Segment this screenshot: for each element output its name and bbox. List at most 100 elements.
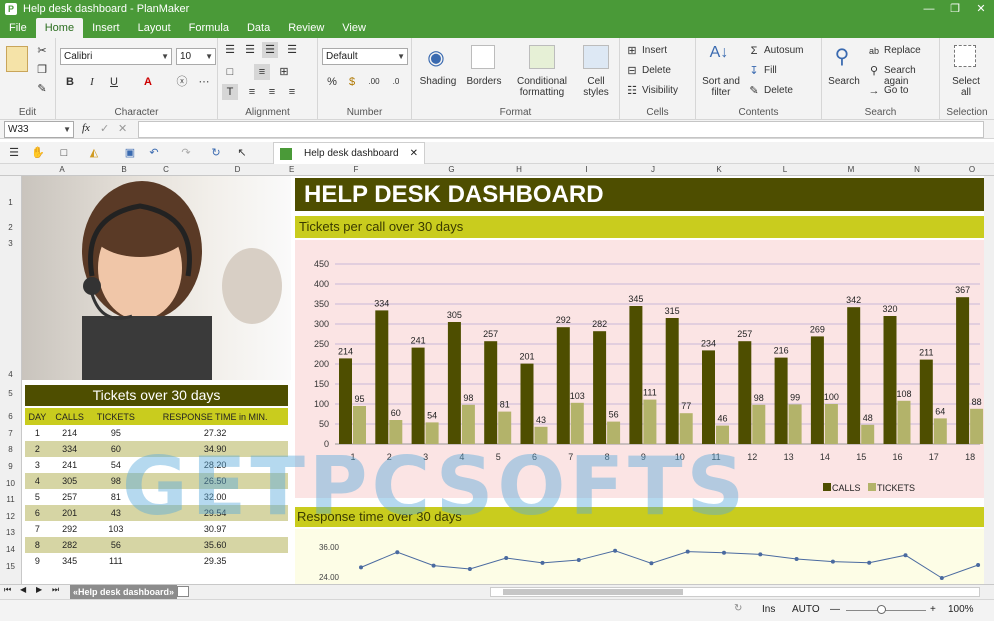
row-header[interactable]: 14 (0, 545, 21, 554)
column-header[interactable]: J (620, 164, 686, 176)
table-cell[interactable]: 345 (49, 553, 90, 569)
table-cell[interactable]: 334 (49, 441, 90, 457)
table-cell[interactable]: 81 (89, 489, 143, 505)
delete-contents-button[interactable]: Delete (764, 85, 793, 96)
save-icon[interactable]: ▣ (122, 145, 138, 161)
table-cell[interactable]: 4 (25, 473, 50, 489)
table-cell[interactable]: 34.90 (142, 441, 288, 457)
first-sheet-icon[interactable]: ⏮ (4, 585, 11, 595)
row-header[interactable]: 4 (0, 370, 21, 379)
more-icon[interactable]: ⋯ (196, 74, 212, 90)
document-tab[interactable]: Help desk dashboard ✕ (273, 142, 425, 164)
cell-styles-icon[interactable] (583, 45, 609, 69)
align-top-icon[interactable]: ☰ (222, 42, 238, 58)
column-header[interactable]: K (686, 164, 752, 176)
last-sheet-icon[interactable]: ⏭ (52, 585, 59, 595)
menu-insert[interactable]: Insert (83, 18, 129, 38)
scroll-thumb[interactable] (503, 589, 683, 595)
zoom-slider[interactable] (846, 610, 926, 611)
zoom-slider-thumb[interactable] (877, 605, 886, 614)
add-sheet-icon[interactable] (177, 586, 189, 597)
table-cell[interactable]: 3 (25, 457, 50, 473)
zoom-out-icon[interactable]: — (830, 604, 840, 615)
table-cell[interactable]: 214 (49, 425, 90, 441)
formula-input[interactable] (138, 121, 984, 138)
new-file-icon[interactable]: □ (56, 145, 72, 161)
autosum-button[interactable]: Autosum (764, 45, 803, 56)
table-cell[interactable]: 111 (89, 553, 143, 569)
table-cell[interactable]: 26.50 (142, 473, 288, 489)
delete-button[interactable]: Delete (642, 65, 671, 76)
paste-icon[interactable] (6, 46, 28, 72)
goto-button[interactable]: Go to (884, 85, 908, 96)
column-header[interactable]: B (102, 164, 146, 176)
text-orientation-icon[interactable]: T (222, 84, 238, 100)
sort-icon[interactable]: A↓ (706, 44, 732, 70)
vertical-scrollbar[interactable] (984, 176, 994, 584)
column-header[interactable]: F (294, 164, 418, 176)
column-header[interactable]: C (146, 164, 186, 176)
calc-mode[interactable]: AUTO (792, 604, 820, 615)
restore-icon[interactable]: ❐ (942, 0, 968, 18)
table-cell[interactable]: 257 (49, 489, 90, 505)
shading-icon[interactable]: ◉ (423, 45, 449, 71)
cancel-icon[interactable]: ✓ (100, 122, 109, 135)
increase-decimal-icon[interactable]: .0 (388, 74, 404, 90)
currency-icon[interactable]: $ (344, 74, 360, 90)
table-cell[interactable]: 2 (25, 441, 50, 457)
column-header[interactable]: G (418, 164, 485, 176)
table-cell[interactable]: 27.32 (142, 425, 288, 441)
close-tab-icon[interactable]: ✕ (410, 143, 418, 165)
table-cell[interactable]: 32.00 (142, 489, 288, 505)
table-cell[interactable]: 98 (89, 473, 143, 489)
redo-icon[interactable]: ↷ (178, 145, 194, 161)
search-again-button[interactable]: Search again (884, 65, 939, 87)
table-cell[interactable]: 29.35 (142, 553, 288, 569)
confirm-icon[interactable]: ✕ (118, 122, 127, 135)
menu-review[interactable]: Review (279, 18, 333, 38)
font-name-combo[interactable]: Calibri ▼ (60, 48, 172, 65)
table-cell[interactable]: 95 (89, 425, 143, 441)
replace-button[interactable]: Replace (884, 45, 921, 56)
refresh-icon[interactable]: ↻ (208, 145, 224, 161)
open-folder-icon[interactable]: ◭ (86, 145, 102, 161)
row-header[interactable]: 12 (0, 512, 21, 521)
menu-view[interactable]: View (333, 18, 375, 38)
row-header[interactable]: 3 (0, 239, 21, 248)
table-cell[interactable]: 241 (49, 457, 90, 473)
insert-mode[interactable]: Ins (762, 604, 775, 615)
table-cell[interactable]: 29.54 (142, 505, 288, 521)
table-cell[interactable]: 6 (25, 505, 50, 521)
close-icon[interactable]: ✕ (968, 0, 994, 18)
undo-icon[interactable]: ↶ (146, 145, 162, 161)
row-header[interactable]: 13 (0, 528, 21, 537)
menu-home[interactable]: Home (35, 18, 84, 38)
conditional-formatting-button[interactable]: Conditional formatting (510, 76, 574, 98)
fx-icon[interactable]: fx (82, 122, 90, 134)
table-cell[interactable]: 60 (89, 441, 143, 457)
pointer-icon[interactable]: ↖ (234, 145, 250, 161)
table-cell[interactable]: 9 (25, 553, 50, 569)
menu-icon[interactable]: ☰ (6, 145, 22, 161)
table-cell[interactable]: 305 (49, 473, 90, 489)
column-header[interactable]: A (22, 164, 102, 176)
column-header[interactable]: H (485, 164, 553, 176)
align-center-icon[interactable]: ≡ (264, 84, 280, 100)
cell-reference-box[interactable]: W33 ▼ (4, 121, 74, 138)
menu-data[interactable]: Data (238, 18, 279, 38)
indent-icon[interactable]: ≡ (254, 64, 270, 80)
table-cell[interactable]: 28.20 (142, 457, 288, 473)
row-header[interactable]: 2 (0, 223, 21, 232)
table-cell[interactable]: 35.60 (142, 537, 288, 553)
select-all-icon[interactable] (954, 45, 976, 67)
zoom-level[interactable]: 100% (948, 604, 974, 615)
font-color-icon[interactable]: A (140, 74, 156, 90)
table-cell[interactable]: 201 (49, 505, 90, 521)
align-left-icon[interactable]: ≡ (244, 84, 260, 100)
row-header[interactable]: 10 (0, 479, 21, 488)
row-header[interactable]: 1 (0, 198, 21, 207)
decrease-decimal-icon[interactable]: .00 (366, 74, 382, 90)
copy-icon[interactable]: ❐ (34, 62, 50, 78)
borders-icon[interactable] (471, 45, 495, 69)
table-cell[interactable]: 43 (89, 505, 143, 521)
